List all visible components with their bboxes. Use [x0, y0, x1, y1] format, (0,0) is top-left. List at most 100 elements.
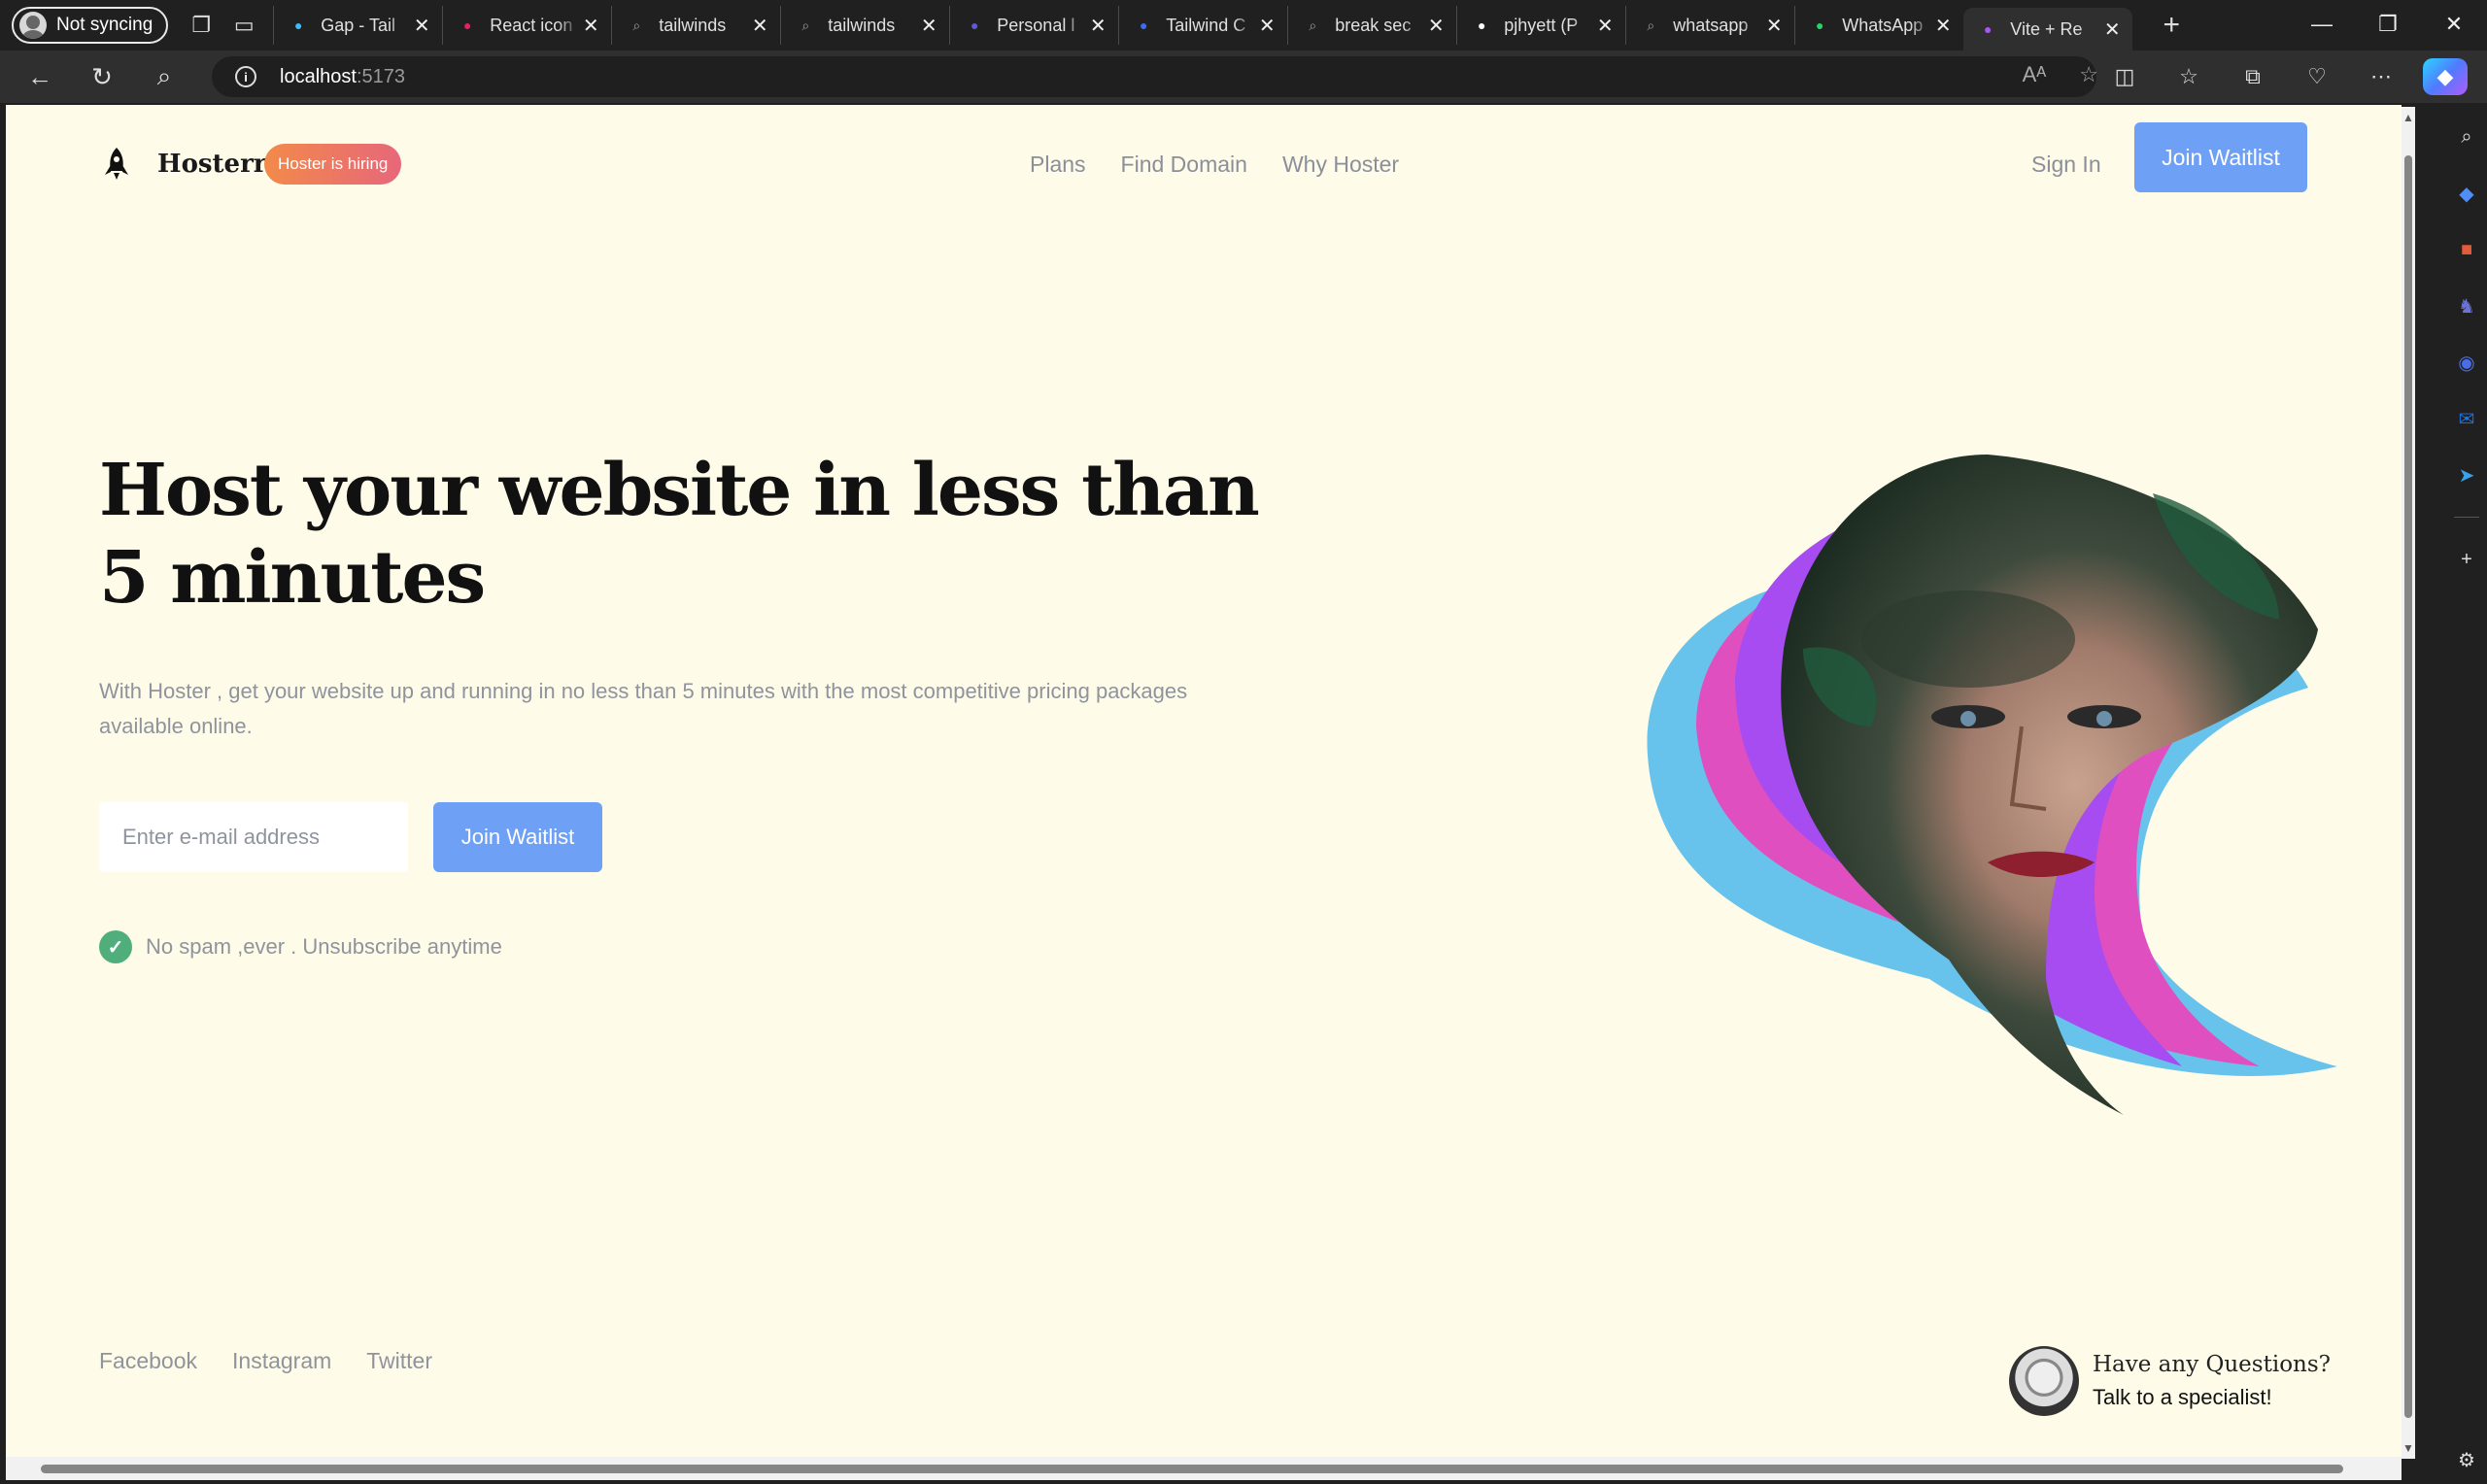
- email-field[interactable]: [99, 802, 408, 872]
- tab-title: React icon: [490, 15, 573, 35]
- favorite-star-icon[interactable]: ☆: [2079, 62, 2098, 87]
- send-icon[interactable]: ➤: [2452, 460, 2481, 489]
- vertical-scrollbar[interactable]: ▲ ▼: [2402, 107, 2415, 1459]
- site-header: Hosterr Hoster is hiring Plans Find Doma…: [6, 122, 2402, 194]
- close-tab-icon[interactable]: ✕: [1594, 14, 1616, 38]
- sidebar-settings-icon[interactable]: ⚙: [2452, 1445, 2481, 1474]
- games-icon[interactable]: ♞: [2452, 291, 2481, 320]
- tab-title: Vite + Re: [2010, 18, 2083, 39]
- close-tab-icon[interactable]: ✕: [1932, 14, 1954, 38]
- hero-portrait-image: [1647, 455, 2337, 1115]
- scroll-up-icon[interactable]: ▲: [2402, 111, 2414, 124]
- hiring-badge[interactable]: Hoster is hiring: [264, 144, 402, 185]
- facebook-link[interactable]: Facebook: [99, 1348, 197, 1374]
- browser-tab[interactable]: ⌕ whatsapp ✕: [1625, 6, 1794, 45]
- search-icon: ⌕: [1647, 17, 1655, 33]
- url-field[interactable]: i localhost:5173: [212, 56, 2096, 97]
- horizontal-scrollbar[interactable]: [6, 1457, 2402, 1480]
- browser-tab[interactable]: ● Vite + Re ✕: [1963, 8, 2133, 51]
- specialist-avatar: [2009, 1346, 2079, 1416]
- search-icon: ⌕: [632, 17, 641, 33]
- refresh-icon[interactable]: ↻: [78, 55, 126, 98]
- close-tab-icon[interactable]: ✕: [1763, 14, 1785, 38]
- vertical-scroll-thumb[interactable]: [2404, 155, 2412, 1418]
- browser-essentials-icon[interactable]: ♡: [2295, 58, 2339, 95]
- join-waitlist-header-button[interactable]: Join Waitlist: [2134, 122, 2307, 192]
- omnibox-actions: Aᴬ ☆: [2023, 62, 2098, 87]
- minimize-icon[interactable]: —: [2289, 0, 2355, 49]
- tab-title: Personal l: [997, 15, 1075, 35]
- contact-specialist[interactable]: Have any Questions? Talk to a specialist…: [2009, 1346, 2331, 1416]
- sidebar-search-icon[interactable]: ⌕: [2452, 122, 2481, 152]
- tab-strip: ● Gap - Tail ✕ ● React icon ✕ ⌕ tailwinds ✕ ⌕ tail…: [273, 0, 2133, 51]
- split-screen-icon[interactable]: ◫: [2102, 58, 2147, 95]
- close-tab-icon[interactable]: ✕: [749, 14, 770, 38]
- restore-icon[interactable]: ❐: [2355, 0, 2421, 49]
- close-tab-icon[interactable]: ✕: [918, 14, 939, 38]
- check-circle-icon: ✓: [99, 930, 132, 963]
- tab-title: tailwinds: [828, 15, 896, 35]
- browser-tab[interactable]: ● Personal l ✕: [949, 6, 1118, 45]
- workspaces-icon[interactable]: ❐: [180, 4, 222, 47]
- brand-name[interactable]: Hosterr: [157, 150, 267, 179]
- search-icon: ⌕: [801, 17, 810, 33]
- tools-briefcase-icon[interactable]: ■: [2452, 235, 2481, 264]
- tailwind-icon: ●: [294, 17, 303, 33]
- instagram-link[interactable]: Instagram: [232, 1348, 331, 1374]
- close-tab-icon[interactable]: ✕: [1425, 14, 1447, 38]
- close-tab-icon[interactable]: ✕: [2101, 17, 2123, 42]
- hero-headline: Host your website in less than 5 minutes: [99, 449, 1260, 620]
- profile-button[interactable]: Not syncing: [12, 7, 169, 44]
- close-tab-icon[interactable]: ✕: [1256, 14, 1278, 38]
- scroll-down-icon[interactable]: ▼: [2402, 1441, 2414, 1455]
- close-tab-icon[interactable]: ✕: [1087, 14, 1108, 38]
- outlook-icon[interactable]: ✉: [2452, 404, 2481, 433]
- contact-cta[interactable]: Talk to a specialist!: [2093, 1385, 2331, 1410]
- contact-question: Have any Questions?: [2093, 1352, 2331, 1377]
- browser-tab[interactable]: ● React icon ✕: [442, 6, 611, 45]
- new-tab-button[interactable]: +: [2152, 9, 2191, 42]
- read-aloud-icon[interactable]: Aᴬ: [2023, 62, 2047, 87]
- tab-title: Gap - Tail: [321, 15, 395, 35]
- tab-title: tailwinds: [659, 15, 727, 35]
- horizontal-scroll-thumb[interactable]: [41, 1465, 2343, 1473]
- close-tab-icon[interactable]: ✕: [411, 14, 432, 38]
- react-icons-icon: ●: [463, 17, 472, 33]
- hero-subtext: With Hoster , get your website up and ru…: [99, 679, 1188, 738]
- sign-in-link[interactable]: Sign In: [2031, 152, 2101, 178]
- nav-find-domain[interactable]: Find Domain: [1121, 152, 1247, 178]
- browser-tab[interactable]: ● Gap - Tail ✕: [273, 6, 442, 45]
- close-tab-icon[interactable]: ✕: [580, 14, 601, 38]
- tab-title: Tailwind C: [1166, 15, 1246, 35]
- twitter-link[interactable]: Twitter: [366, 1348, 432, 1374]
- nav-why-hoster[interactable]: Why Hoster: [1282, 152, 1399, 178]
- search-icon[interactable]: ⌕: [140, 55, 188, 98]
- browser-tab[interactable]: ⌕ break sec ✕: [1287, 6, 1456, 45]
- microsoft-365-icon[interactable]: ◉: [2452, 348, 2481, 377]
- browser-tab[interactable]: ● pjhyett (P ✕: [1456, 6, 1625, 45]
- join-waitlist-button[interactable]: Join Waitlist: [433, 802, 602, 872]
- personal-site-icon: ●: [971, 17, 979, 33]
- collections-icon[interactable]: ⧉: [2231, 58, 2275, 95]
- tab-title: pjhyett (P: [1504, 15, 1579, 35]
- back-icon[interactable]: ←: [16, 55, 64, 98]
- social-links: Facebook Instagram Twitter: [99, 1348, 432, 1374]
- add-sidebar-app-icon[interactable]: +: [2452, 545, 2481, 574]
- sidebar-divider: [2454, 517, 2479, 518]
- browser-tab[interactable]: ● Tailwind C ✕: [1118, 6, 1287, 45]
- nav-plans[interactable]: Plans: [1030, 152, 1086, 178]
- browser-tab-bar: Not syncing ❐ ▭ ● Gap - Tail ✕ ● React icon ✕…: [0, 0, 2487, 51]
- browser-tab[interactable]: ● WhatsApp ✕: [1794, 6, 1963, 45]
- copilot-icon[interactable]: ◆: [2423, 58, 2468, 95]
- address-bar-row: ← ↻ ⌕ i localhost:5173 Aᴬ ☆ ◫ ☆ ⧉ ♡ ⋯ ◆: [0, 51, 2487, 103]
- shopping-tag-icon[interactable]: ◆: [2452, 179, 2481, 208]
- close-window-icon[interactable]: ✕: [2421, 0, 2487, 49]
- site-info-icon[interactable]: i: [235, 66, 256, 87]
- search-icon: ⌕: [1309, 17, 1317, 33]
- tab-actions-icon[interactable]: ▭: [222, 4, 265, 47]
- browser-tab[interactable]: ⌕ tailwinds ✕: [780, 6, 949, 45]
- no-spam-text: No spam ,ever . Unsubscribe anytime: [146, 934, 502, 959]
- more-menu-icon[interactable]: ⋯: [2359, 58, 2403, 95]
- favorites-icon[interactable]: ☆: [2166, 58, 2211, 95]
- browser-tab[interactable]: ⌕ tailwinds ✕: [611, 6, 780, 45]
